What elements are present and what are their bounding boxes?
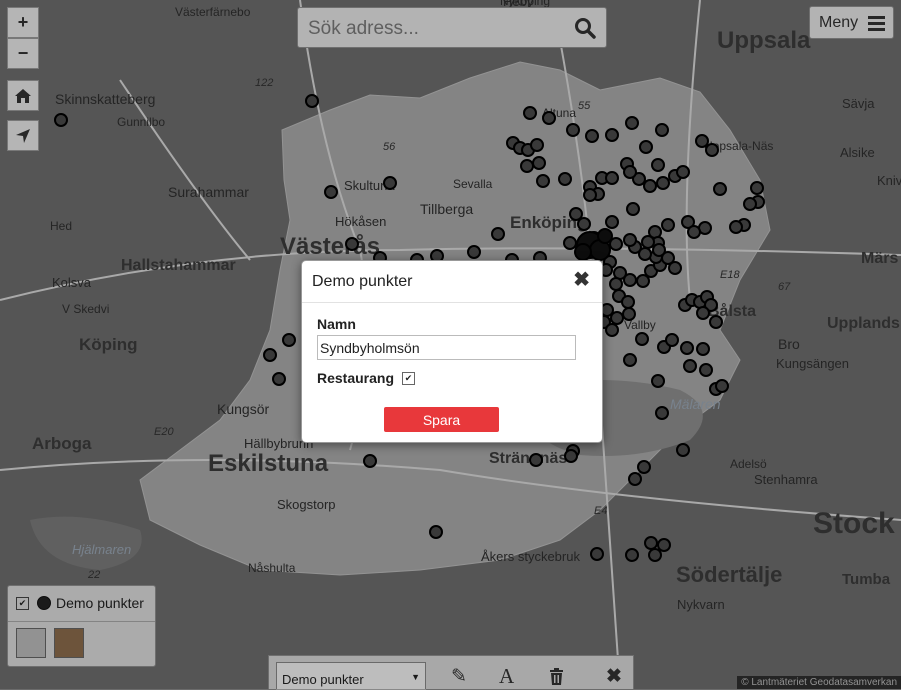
restaurant-checkbox[interactable]: ✔ (402, 372, 415, 385)
save-button[interactable]: Spara (384, 407, 499, 432)
name-field[interactable] (317, 335, 576, 360)
dialog-header: Demo punkter ✖ (302, 261, 602, 303)
close-icon[interactable]: ✖ (573, 270, 590, 290)
dialog-title: Demo punkter (312, 273, 413, 290)
restaurant-label: Restaurang (317, 370, 395, 386)
point-edit-dialog: Demo punkter ✖ Namn Restaurang ✔ Spara (301, 260, 603, 443)
name-label: Namn (317, 316, 356, 332)
